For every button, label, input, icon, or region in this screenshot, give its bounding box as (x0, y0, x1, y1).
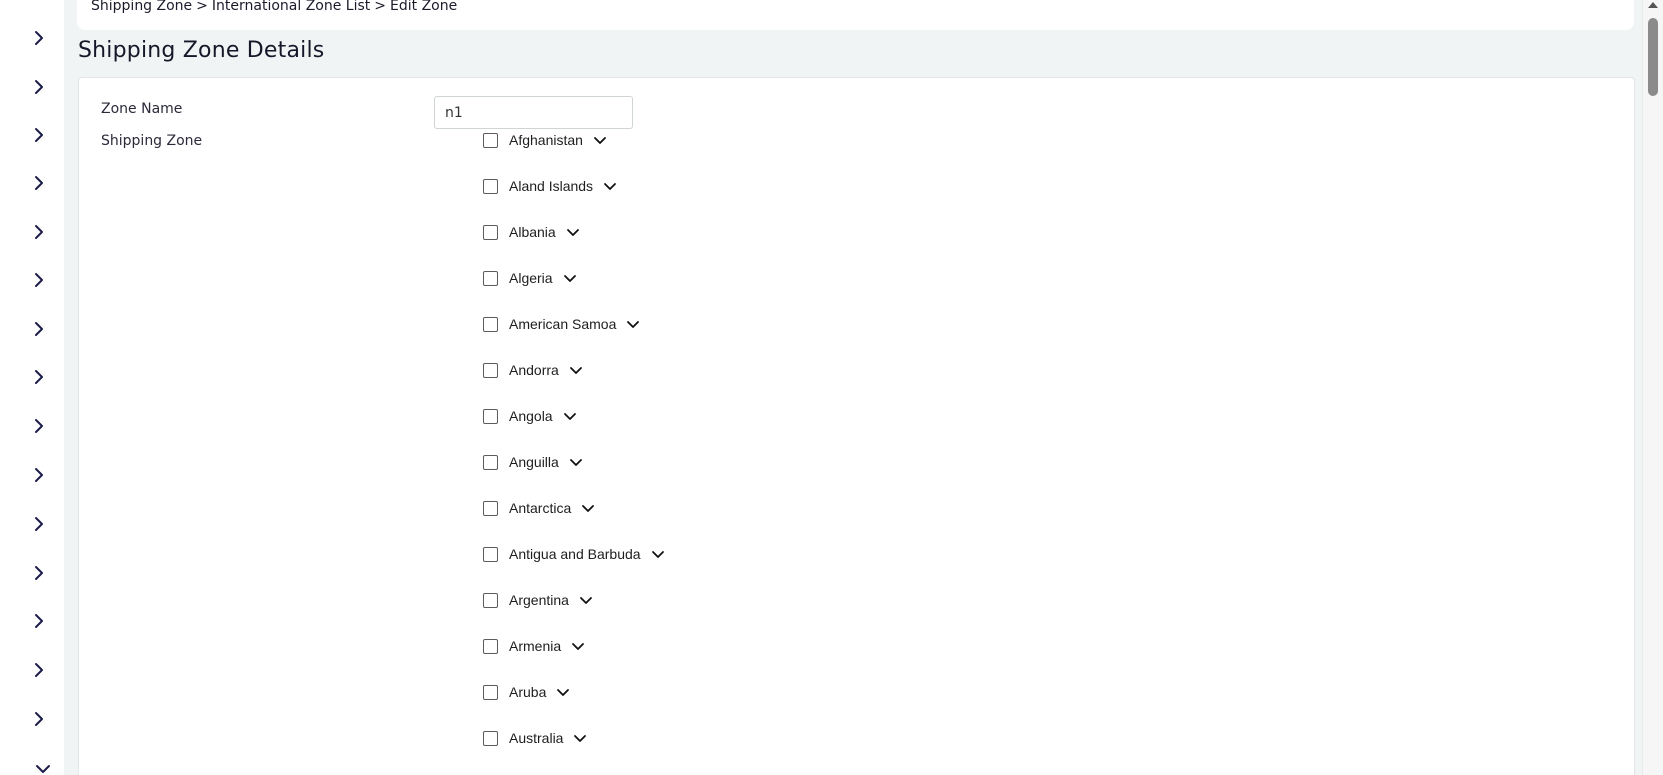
country-row-andorra: Andorra (483, 360, 584, 380)
country-row-argentina: Argentina (483, 590, 594, 610)
chevron-down-icon[interactable] (562, 408, 578, 424)
sidebar-expand-icon[interactable] (30, 78, 48, 96)
app-root: Shipping Zone > International Zone List > Ed… (0, 0, 1663, 775)
country-row-american-samoa: American Samoa (483, 314, 641, 334)
chevron-down-icon[interactable] (650, 546, 666, 562)
sidebar-expand-icon[interactable] (30, 612, 48, 630)
sidebar-expand-icon[interactable] (30, 320, 48, 338)
shipping-zone-label: Shipping Zone (101, 133, 203, 149)
chevron-down-icon[interactable] (555, 684, 571, 700)
country-checkbox[interactable] (483, 270, 498, 286)
page-title: Shipping Zone Details (78, 38, 325, 63)
country-checkbox[interactable] (483, 224, 498, 240)
country-row-australia: Australia (483, 728, 588, 748)
breadcrumb-separator: > (374, 0, 387, 14)
country-row-albania: Albania (483, 222, 581, 242)
country-name: Australia (509, 730, 564, 746)
sidebar-expand-icon[interactable] (30, 223, 48, 241)
country-row-antarctica: Antarctica (483, 498, 596, 518)
country-name: Algeria (509, 270, 553, 286)
sidebar-expand-icon[interactable] (30, 417, 48, 435)
sidebar-expand-icon[interactable] (30, 661, 48, 679)
country-name: Afghanistan (509, 132, 583, 148)
chevron-down-icon[interactable] (625, 316, 641, 332)
sidebar-expand-icon[interactable] (30, 368, 48, 386)
country-row-aruba: Aruba (483, 682, 571, 702)
country-row-antigua-and-barbuda: Antigua and Barbuda (483, 544, 666, 564)
country-row-angola: Angola (483, 406, 578, 426)
country-row-algeria: Algeria (483, 268, 578, 288)
breadcrumb-edit-zone: Edit Zone (390, 0, 458, 14)
country-checkbox[interactable] (483, 362, 498, 378)
country-checkbox[interactable] (483, 638, 498, 654)
country-name: Armenia (509, 638, 562, 654)
country-checkbox[interactable] (483, 408, 498, 424)
chevron-down-icon[interactable] (602, 178, 618, 194)
chevron-down-icon[interactable] (565, 224, 581, 240)
chevron-down-icon[interactable] (578, 592, 594, 608)
country-checkbox[interactable] (483, 684, 498, 700)
sidebar-expand-icon[interactable] (30, 174, 48, 192)
country-row-anguilla: Anguilla (483, 452, 584, 472)
scroll-up-arrow-icon[interactable] (1648, 2, 1658, 8)
sidebar-expand-icon[interactable] (30, 466, 48, 484)
sidebar-expand-icon[interactable] (30, 564, 48, 582)
breadcrumb-international-zone-list[interactable]: International Zone List (212, 0, 370, 14)
country-checkbox[interactable] (483, 592, 498, 608)
sidebar-expand-icon[interactable] (30, 271, 48, 289)
country-checkbox[interactable] (483, 546, 498, 562)
country-checkbox[interactable] (483, 316, 498, 332)
sidebar-expand-icon[interactable] (30, 515, 48, 533)
zone-details-panel: Zone Name Shipping Zone Afghanistan Alan… (78, 77, 1635, 775)
country-name: Anguilla (509, 454, 559, 470)
country-checkbox[interactable] (483, 500, 498, 516)
chevron-down-icon[interactable] (580, 500, 596, 516)
country-name: Aruba (509, 684, 547, 700)
breadcrumb-trail: Shipping Zone > International Zone List > Ed… (91, 0, 457, 14)
country-name: Aland Islands (509, 178, 594, 194)
page-scrollbar[interactable] (1642, 0, 1663, 775)
sidebar-collapse-icon[interactable] (34, 760, 52, 775)
scroll-thumb[interactable] (1648, 18, 1658, 96)
sidebar-expand-icon[interactable] (30, 29, 48, 47)
country-checkbox[interactable] (483, 454, 498, 470)
country-name: Albania (509, 224, 556, 240)
country-checkbox[interactable] (483, 178, 498, 194)
country-row-afghanistan: Afghanistan (483, 130, 608, 150)
sidebar-expand-icon[interactable] (30, 126, 48, 144)
country-name: Antigua and Barbuda (509, 546, 641, 562)
sidebar (0, 0, 64, 775)
breadcrumb: Shipping Zone > International Zone List > Ed… (77, 0, 1634, 30)
country-name: Andorra (509, 362, 559, 378)
country-checkbox[interactable] (483, 132, 498, 148)
country-row-armenia: Armenia (483, 636, 586, 656)
chevron-down-icon[interactable] (570, 638, 586, 654)
chevron-down-icon[interactable] (592, 132, 608, 148)
chevron-down-icon[interactable] (568, 454, 584, 470)
main-content: Shipping Zone > International Zone List > Ed… (64, 0, 1642, 775)
chevron-down-icon[interactable] (572, 730, 588, 746)
chevron-down-icon[interactable] (568, 362, 584, 378)
country-row-aland-islands: Aland Islands (483, 176, 618, 196)
zone-name-label: Zone Name (101, 101, 183, 117)
breadcrumb-separator: > (196, 0, 208, 14)
zone-name-input[interactable] (434, 96, 633, 129)
breadcrumb-shipping-zone[interactable]: Shipping Zone (91, 0, 192, 14)
sidebar-expand-icon[interactable] (30, 710, 48, 728)
country-name: Angola (509, 408, 553, 424)
country-name: American Samoa (509, 316, 617, 332)
country-name: Argentina (509, 592, 569, 608)
chevron-down-icon[interactable] (562, 270, 578, 286)
country-name: Antarctica (509, 500, 572, 516)
country-checkbox[interactable] (483, 730, 498, 746)
